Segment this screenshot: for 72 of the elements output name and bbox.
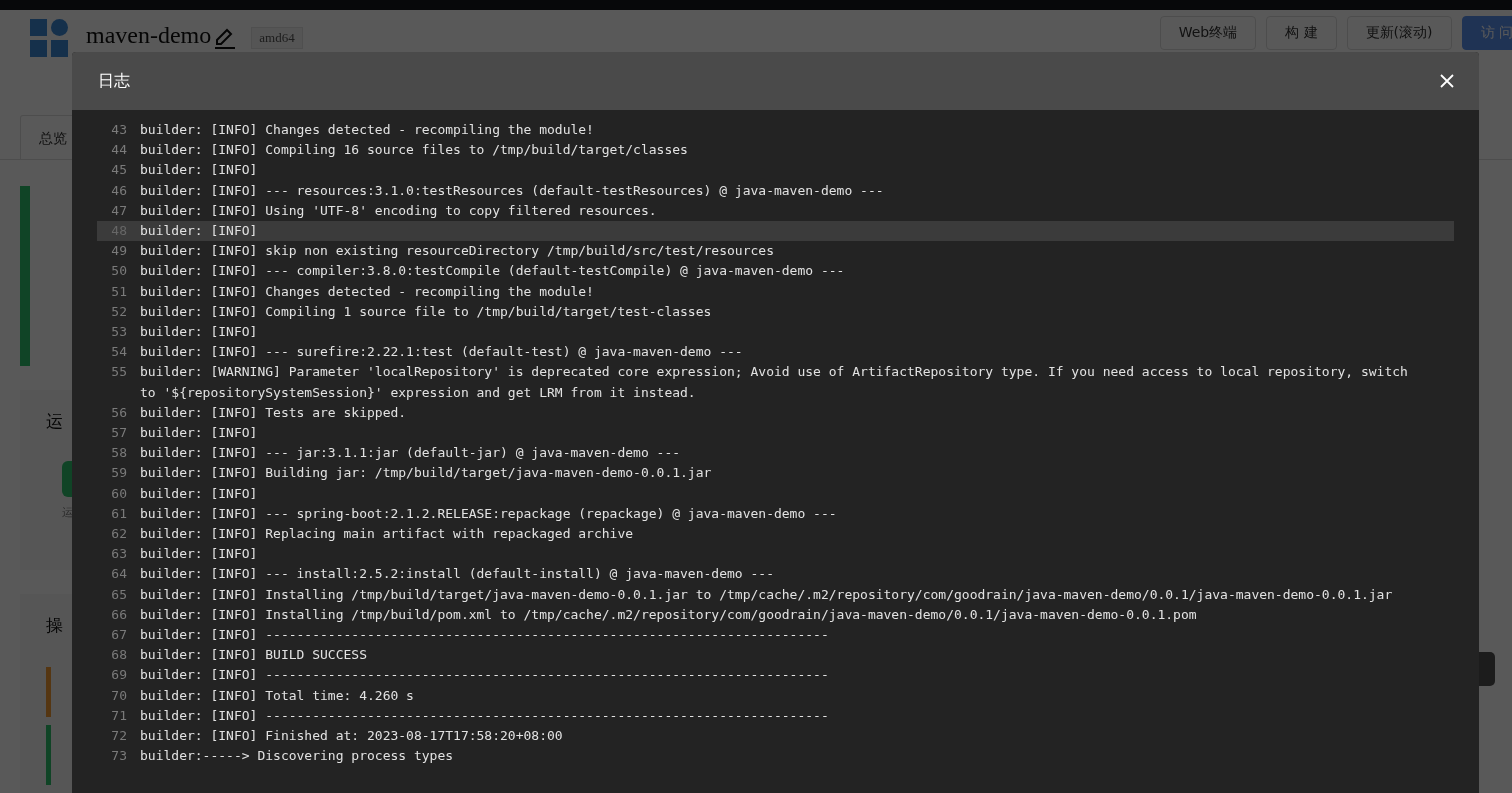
line-number: 56 [110, 403, 127, 422]
line-number: 59 [110, 464, 127, 483]
dialog-title: 日志 [98, 70, 130, 92]
section-title: 操 [46, 614, 63, 637]
line-number: 63 [110, 545, 127, 564]
log-line: builder: [INFO] ------------------------------------------------------------------------ [140, 626, 829, 645]
line-number: 54 [110, 343, 127, 362]
line-number: 50 [110, 262, 127, 281]
log-line: builder: [INFO] ------------------------------------------------------------------------ [140, 666, 829, 685]
log-line: builder: [INFO] Total time: 4.260 s [140, 686, 414, 705]
app-title: maven-demo [86, 20, 212, 49]
line-number: 53 [110, 323, 127, 342]
log-line: builder: [INFO] Compiling 16 source files to /tmp/build/target/classes [140, 141, 688, 160]
log-line: builder:-----> Discovering process types [140, 747, 454, 766]
line-number: 47 [110, 201, 127, 220]
log-line: builder: [INFO] --- compiler:3.8.0:testCompile (default-testCompile) @ java-maven-demo --- [140, 262, 845, 281]
log-line: builder: [INFO] [140, 545, 258, 564]
log-line: builder: [INFO] Finished at: 2023-08-17T17:58:20+08:00 [140, 727, 563, 746]
line-number: 67 [110, 626, 127, 645]
header-button[interactable]: 构 建 [1266, 15, 1337, 50]
line-number: 44 [110, 141, 127, 160]
log-line: builder: [INFO] --- install:2.5.2:install (default-install) @ java-maven-demo --- [140, 565, 774, 584]
line-number: 61 [110, 504, 127, 523]
line-number: 64 [110, 565, 127, 584]
line-number: 46 [110, 181, 127, 200]
line-number: 69 [110, 666, 127, 685]
line-number: 57 [110, 424, 127, 443]
line-number: 51 [110, 282, 127, 301]
line-number: 43 [110, 121, 127, 139]
line-number: 58 [110, 444, 127, 463]
log-line: builder: [INFO] Tests are skipped. [140, 403, 407, 422]
line-number: 66 [110, 605, 127, 624]
line-number: 49 [110, 242, 127, 261]
log-line: builder: [WARNING] Parameter 'localRepository' is deprecated core expression; Avoid use of ArtifactRepository type. If you need access to local repository, switch to '${repositorySystemSession}' expression and get LRM from it instead. [140, 363, 1409, 402]
log-line: builder: [INFO] Compiling 1 source file to /tmp/build/target/test-classes [140, 302, 712, 321]
log-line: builder: [INFO] BUILD SUCCESS [140, 646, 367, 665]
arch-tag: amd64 [251, 26, 303, 49]
log-line: builder: [INFO] [140, 222, 258, 240]
line-number: 68 [110, 646, 127, 665]
log-line: builder: [INFO] --- jar:3.1.1:jar (default-jar) @ java-maven-demo --- [140, 444, 681, 463]
log-line: builder: [INFO] ------------------------------------------------------------------------ [140, 706, 829, 725]
line-number: 72 [110, 727, 127, 746]
event-marker [46, 725, 51, 785]
line-number: 73 [110, 747, 127, 766]
line-number: 62 [110, 525, 127, 544]
log-line: builder: [INFO] Changes detected - recompiling the module! [140, 121, 594, 139]
header-button[interactable]: 更新(滚动) [1346, 15, 1452, 50]
log-line: builder: [INFO] [140, 323, 258, 342]
line-number: 45 [110, 161, 127, 180]
log-line: builder: [INFO] Replacing main artifact with repackaged archive [140, 525, 634, 544]
event-marker [46, 667, 51, 717]
log-line: builder: [INFO] skip non existing resourceDirectory /tmp/build/src/test/resources [140, 242, 774, 261]
line-number: 55 [110, 363, 127, 382]
log-line: builder: [INFO] --- spring-boot:2.1.2.RELEASE:repackage (repackage) @ java-maven-demo --- [140, 504, 837, 523]
line-number: 71 [110, 706, 127, 725]
log-line: builder: [INFO] Building jar: /tmp/build/target/java-maven-demo-0.0.1.jar [140, 464, 712, 483]
log-line: builder: [INFO] --- resources:3.1.0:testResources (default-testResources) @ java-maven-demo --- [140, 181, 884, 200]
log-line: builder: [INFO] [140, 424, 258, 443]
log-line: builder: [INFO] Changes detected - recompiling the module! [140, 282, 594, 301]
line-number: 65 [110, 585, 127, 604]
line-number: 60 [110, 484, 127, 503]
header-button[interactable]: Web终端 [1159, 15, 1257, 50]
logo-icon [30, 18, 68, 57]
line-number: 52 [110, 302, 127, 321]
log-line: builder: [INFO] Using 'UTF-8' encoding to copy filtered resources. [140, 201, 657, 220]
section-title: 运 [46, 410, 63, 433]
log-line: builder: [INFO] --- surefire:2.22.1:test (default-test) @ java-maven-demo --- [140, 343, 743, 362]
log-line: builder: [INFO] Installing /tmp/build/target/java-maven-demo-0.0.1.jar to /tmp/cache/.m2/repository/com/goodrain/java-maven-demo/0.0.1/java-maven-demo-0.0.1.jar [140, 585, 1393, 604]
line-number: 70 [110, 686, 127, 705]
log-line: builder: [INFO] [140, 161, 258, 180]
log-line: builder: [INFO] [140, 484, 258, 503]
log-line: builder: [INFO] Installing /tmp/build/pom.xml to /tmp/cache/.m2/repository/com/goodrain/java-maven-demo/0.0.1/java-maven-demo-0.0.1.pom [140, 605, 1197, 624]
